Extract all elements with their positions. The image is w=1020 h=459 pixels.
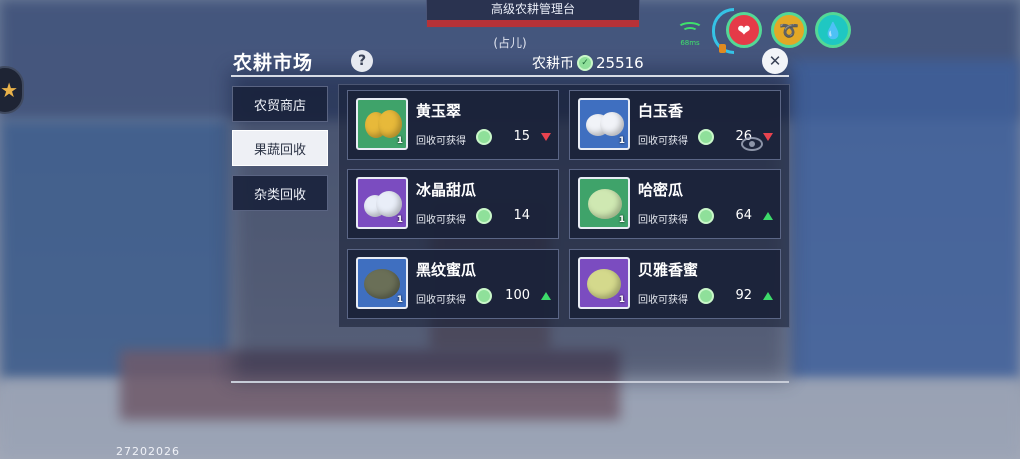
currency-label: 农耕币 — [532, 56, 574, 72]
eye-icon[interactable] — [741, 137, 763, 151]
item-name: 冰晶甜瓜 — [416, 181, 477, 199]
item-price: 15 — [513, 129, 530, 144]
price-down-icon — [763, 133, 773, 141]
coin-icon: ✓ — [577, 55, 593, 71]
star-icon: ★ — [0, 78, 18, 102]
coin-icon — [476, 208, 492, 224]
coin-icon — [698, 208, 714, 224]
coin-icon — [476, 288, 492, 304]
water-drop-icon[interactable]: 💧 — [815, 12, 851, 48]
currency-display: 农耕币 ✓ 25516 — [532, 53, 644, 73]
item-card-1[interactable]: 1 黄玉翠 回收可获得 15 — [347, 90, 559, 160]
item-name: 黑纹蜜瓜 — [416, 261, 477, 279]
item-name: 黄玉翠 — [416, 102, 462, 120]
receive-label: 回收可获得 — [416, 295, 466, 306]
tab-fruit-veg-recycle[interactable]: 果蔬回收 — [232, 130, 328, 166]
sub-tag: (占儿) — [493, 36, 527, 50]
banner-title: 高级农耕管理台 — [490, 2, 575, 16]
ping-text: 68ms — [680, 39, 700, 47]
coin-icon — [698, 129, 714, 145]
item-thumbnail: 1 — [578, 177, 630, 229]
item-price: 92 — [735, 288, 752, 303]
help-button[interactable]: ? — [351, 50, 373, 72]
item-thumbnail: 1 — [578, 257, 630, 309]
heart-icon[interactable]: ❤ — [726, 12, 762, 48]
item-name: 白玉香 — [638, 102, 684, 120]
banner-health-bar — [427, 20, 639, 27]
item-price: 64 — [735, 208, 752, 223]
item-thumbnail: 1 — [356, 257, 408, 309]
page-title: 农耕市场 — [233, 52, 314, 74]
coin-icon — [698, 288, 714, 304]
item-card-4[interactable]: 1 哈密瓜 回收可获得 64 — [569, 169, 781, 239]
receive-label: 回收可获得 — [638, 136, 688, 147]
receive-label: 回收可获得 — [638, 215, 688, 226]
divider — [231, 381, 789, 383]
close-button[interactable]: ✕ — [762, 48, 788, 74]
price-up-icon — [763, 212, 773, 220]
item-thumbnail: 1 — [356, 98, 408, 150]
receive-label: 回收可获得 — [638, 295, 688, 306]
stamina-tip — [719, 44, 726, 53]
top-banner: 高级农耕管理台 — [426, 0, 640, 28]
item-card-3[interactable]: 1 冰晶甜瓜 回收可获得 14 — [347, 169, 559, 239]
item-name: 哈密瓜 — [638, 181, 684, 199]
item-thumbnail: 1 — [578, 98, 630, 150]
item-card-5[interactable]: 1 黑纹蜜瓜 回收可获得 100 — [347, 249, 559, 319]
price-up-icon — [541, 292, 551, 300]
item-price: 14 — [513, 208, 530, 223]
divider — [231, 75, 789, 77]
item-card-6[interactable]: 1 贝雅香蜜 回收可获得 92 — [569, 249, 781, 319]
receive-label: 回收可获得 — [416, 215, 466, 226]
item-thumbnail: 1 — [356, 177, 408, 229]
item-name: 贝雅香蜜 — [638, 261, 699, 279]
currency-value: 25516 — [596, 54, 644, 72]
price-down-icon — [541, 133, 551, 141]
coin-icon — [476, 129, 492, 145]
receive-label: 回收可获得 — [416, 136, 466, 147]
food-icon[interactable]: ➰ — [771, 12, 807, 48]
network-signal-icon: 68ms — [675, 22, 705, 48]
tab-farm-shop[interactable]: 农贸商店 — [232, 86, 328, 122]
price-up-icon — [763, 292, 773, 300]
player-id: 27202026 — [116, 445, 180, 458]
tab-misc-recycle[interactable]: 杂类回收 — [232, 175, 328, 211]
item-price: 100 — [505, 288, 530, 303]
